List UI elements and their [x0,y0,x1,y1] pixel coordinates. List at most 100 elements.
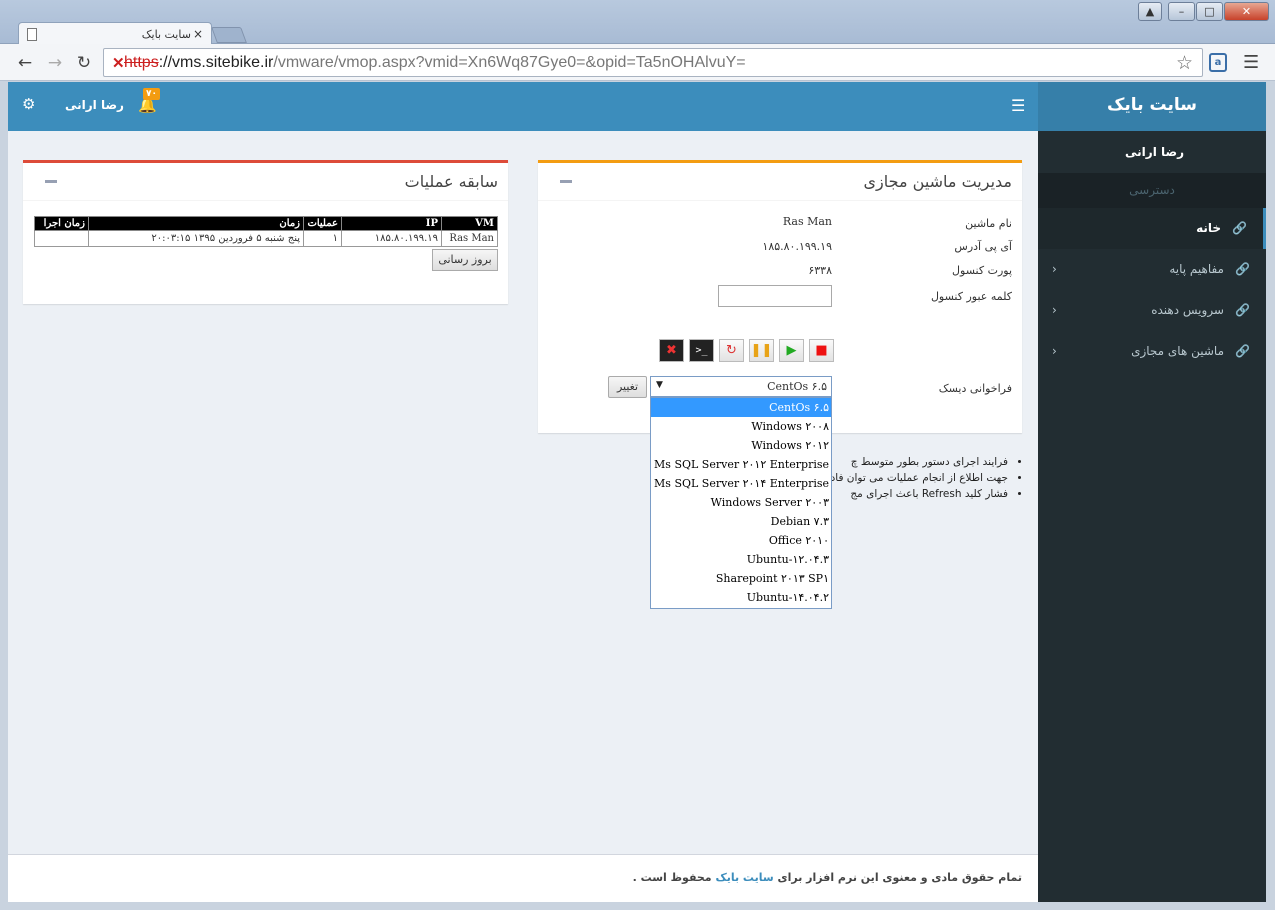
browser-titlebar: سایت بایک × ▲ – □ ✕ [0,0,1275,45]
top-navbar: ⚙ رضا ارانی 🔔 ۷۰ ☰ [8,82,1038,131]
disk-selected-value: CentOs ۶.۵ [767,380,827,393]
extension-icon[interactable]: a [1209,53,1227,72]
sidebar-section-header: دسترسی [1038,173,1266,208]
box-header: سابقه عملیات [23,163,508,201]
field-label: نام ماشین [965,217,1012,230]
table-row: پنج شنبه ۵ فروردین ۱۳۹۵ ۲۰:۰۳:۱۵ ۱ ۱۸۵.۸… [34,230,498,247]
dropdown-option[interactable]: Ms SQL Server ۲۰۱۲ Enterprise [651,455,831,474]
table-cell [34,230,89,247]
site-logo[interactable]: سایت بایک [1038,82,1266,131]
minimize-button[interactable]: – [1168,2,1195,21]
link-icon: 🔗 [1232,221,1247,235]
stop-icon[interactable]: ■ [809,339,834,362]
address-bar[interactable]: ✕ https://vms.sitebike.ir/vmware/vmop.as… [103,48,1203,77]
disk-label: فراخوانی دیسک [938,382,1012,395]
link-icon: 🔗 [1235,344,1250,358]
new-tab-button[interactable] [211,27,247,43]
dropdown-arrow-icon: ▼ [656,380,663,390]
box-header: مدیریت ماشین مجازی [538,163,1022,201]
link-icon: 🔗 [1235,303,1250,317]
dropdown-option[interactable]: Ubuntu-۱۲.۰۴.۳ [651,550,831,569]
operation-history-box: سابقه عملیات زمان اجرا زمان عملیات IP VM… [23,160,508,304]
footer: تمام حقوق مادی و معنوی این نرم افزار برا… [8,854,1038,902]
dropdown-option[interactable]: Debian ۷.۳ [651,512,831,531]
sidebar-item-basic-concepts[interactable]: 🔗 مفاهیم پایه ‹ [1038,249,1266,290]
restart-icon[interactable]: ↻ [719,339,744,362]
field-value: ۱۸۵.۸۰.۱۹۹.۱۹ [762,240,832,253]
dropdown-option[interactable]: Sharepoint ۲۰۱۳ SP۱ [651,569,831,588]
table-cell: ۱ [303,230,342,247]
table-cell: پنج شنبه ۵ فروردین ۱۳۹۵ ۲۰:۰۳:۱۵ [88,230,304,247]
box-title: سابقه عملیات [404,172,498,191]
console-password-input[interactable] [718,285,832,307]
browser-toolbar: ← → ↻ ✕ https://vms.sitebike.ir/vmware/v… [0,44,1275,81]
page: ⚙ رضا ارانی 🔔 ۷۰ ☰ سایت بایک رضا ارانی دس… [8,82,1266,902]
vm-management-box: مدیریت ماشین مجازی نام ماشین Ras Man آی … [538,160,1022,433]
collapse-icon[interactable] [45,180,57,183]
pause-icon[interactable]: ❚❚ [749,339,774,362]
sidebar-toggle-icon[interactable]: ☰ [1011,96,1025,115]
forward-arrow-icon[interactable]: → [44,52,66,74]
field-label: پورت کنسول [952,264,1012,277]
field-value: Ras Man [782,215,832,228]
box-title: مدیریت ماشین مجازی [863,172,1012,191]
maximize-button[interactable]: □ [1196,2,1223,21]
column-header: IP [341,216,442,231]
user-profile-icon[interactable]: ▲ [1138,2,1162,21]
refresh-button[interactable]: بروز رسانی [432,249,498,271]
disk-dropdown-list: CentOs ۶.۵ Windows ۲۰۰۸ Windows ۲۰۱۲ Ms … [650,397,832,609]
history-table: زمان اجرا زمان عملیات IP VM پنج شنبه ۵ ف… [34,216,498,247]
sidebar-user: رضا ارانی [1125,145,1184,159]
field-label: آی پی آدرس [954,240,1012,253]
chevron-left-icon: ‹ [1052,344,1057,358]
chevron-left-icon: ‹ [1052,262,1057,276]
footer-text: محفوظ است . [632,871,712,884]
sidebar-item-label: خانه [1196,221,1221,235]
sidebar-item-server[interactable]: 🔗 سرویس دهنده ‹ [1038,290,1266,331]
dropdown-option[interactable]: Ms SQL Server ۲۰۱۴ Enterprise [651,474,831,493]
table-header-row: زمان اجرا زمان عملیات IP VM [34,216,498,231]
back-arrow-icon[interactable]: ← [14,52,36,74]
column-header: عملیات [303,216,342,231]
browser-tab[interactable]: سایت بایک × [18,22,212,45]
dropdown-option[interactable]: Windows ۲۰۰۸ [651,417,831,436]
sidebar-item-label: مفاهیم پایه [1169,262,1224,276]
link-icon: 🔗 [1235,262,1250,276]
browser-menu-icon[interactable]: ☰ [1243,52,1259,73]
sidebar: رضا ارانی دسترسی 🔗 خانه 🔗 مفاهیم پایه ‹ 🔗 س… [1038,131,1266,902]
table-cell: ۱۸۵.۸۰.۱۹۹.۱۹ [341,230,442,247]
dropdown-option[interactable]: Ubuntu-۱۴.۰۴.۲ [651,588,831,607]
column-header: زمان اجرا [34,216,89,231]
bookmark-star-icon[interactable]: ☆ [1176,52,1193,74]
vm-control-buttons: ✖ >_ ↻ ❚❚ ▶ ■ [659,339,834,362]
sidebar-item-virtual-machines[interactable]: 🔗 ماشین های مجازی ‹ [1038,331,1266,372]
dropdown-option[interactable]: Windows Server ۲۰۰۳ [651,493,831,512]
console-icon[interactable]: >_ [689,339,714,362]
url-path: /vmware/vmop.aspx?vmid=Xn6Wq87Gye0=&opid… [273,53,746,71]
sidebar-item-home[interactable]: 🔗 خانه [1038,208,1266,249]
field-value: ۶۳۳۸ [808,264,832,277]
url-scheme: https [124,53,159,71]
footer-text: تمام حقوق مادی و معنوی این نرم افزار برا… [777,871,1022,884]
footer-link[interactable]: سایت بایک [715,871,773,884]
insecure-lock-icon: ✕ [112,54,125,72]
tab-close-button[interactable]: × [193,27,203,41]
change-disk-button[interactable]: تغییر [608,376,647,398]
play-icon[interactable]: ▶ [779,339,804,362]
dropdown-option[interactable]: Office ۲۰۱۰ [651,531,831,550]
sidebar-item-label: ماشین های مجازی [1131,344,1224,358]
reload-icon[interactable]: ↻ [73,52,95,74]
field-label: کلمه عبور کنسول [930,290,1012,303]
notifications-bell-icon[interactable]: 🔔 ۷۰ [138,88,160,114]
settings-gears-icon[interactable]: ⚙ [22,95,35,113]
dropdown-option[interactable]: Windows ۲۰۱۲ [651,436,831,455]
page-icon [27,27,37,41]
collapse-icon[interactable] [560,180,572,183]
notification-badge: ۷۰ [143,88,160,100]
close-window-button[interactable]: ✕ [1224,2,1269,21]
column-header: VM [441,216,498,231]
disk-select[interactable]: CentOs ۶.۵ ▼ [650,376,832,397]
dropdown-option[interactable]: CentOs ۶.۵ [651,398,831,417]
user-menu[interactable]: رضا ارانی [65,98,124,112]
delete-vm-icon[interactable]: ✖ [659,339,684,362]
